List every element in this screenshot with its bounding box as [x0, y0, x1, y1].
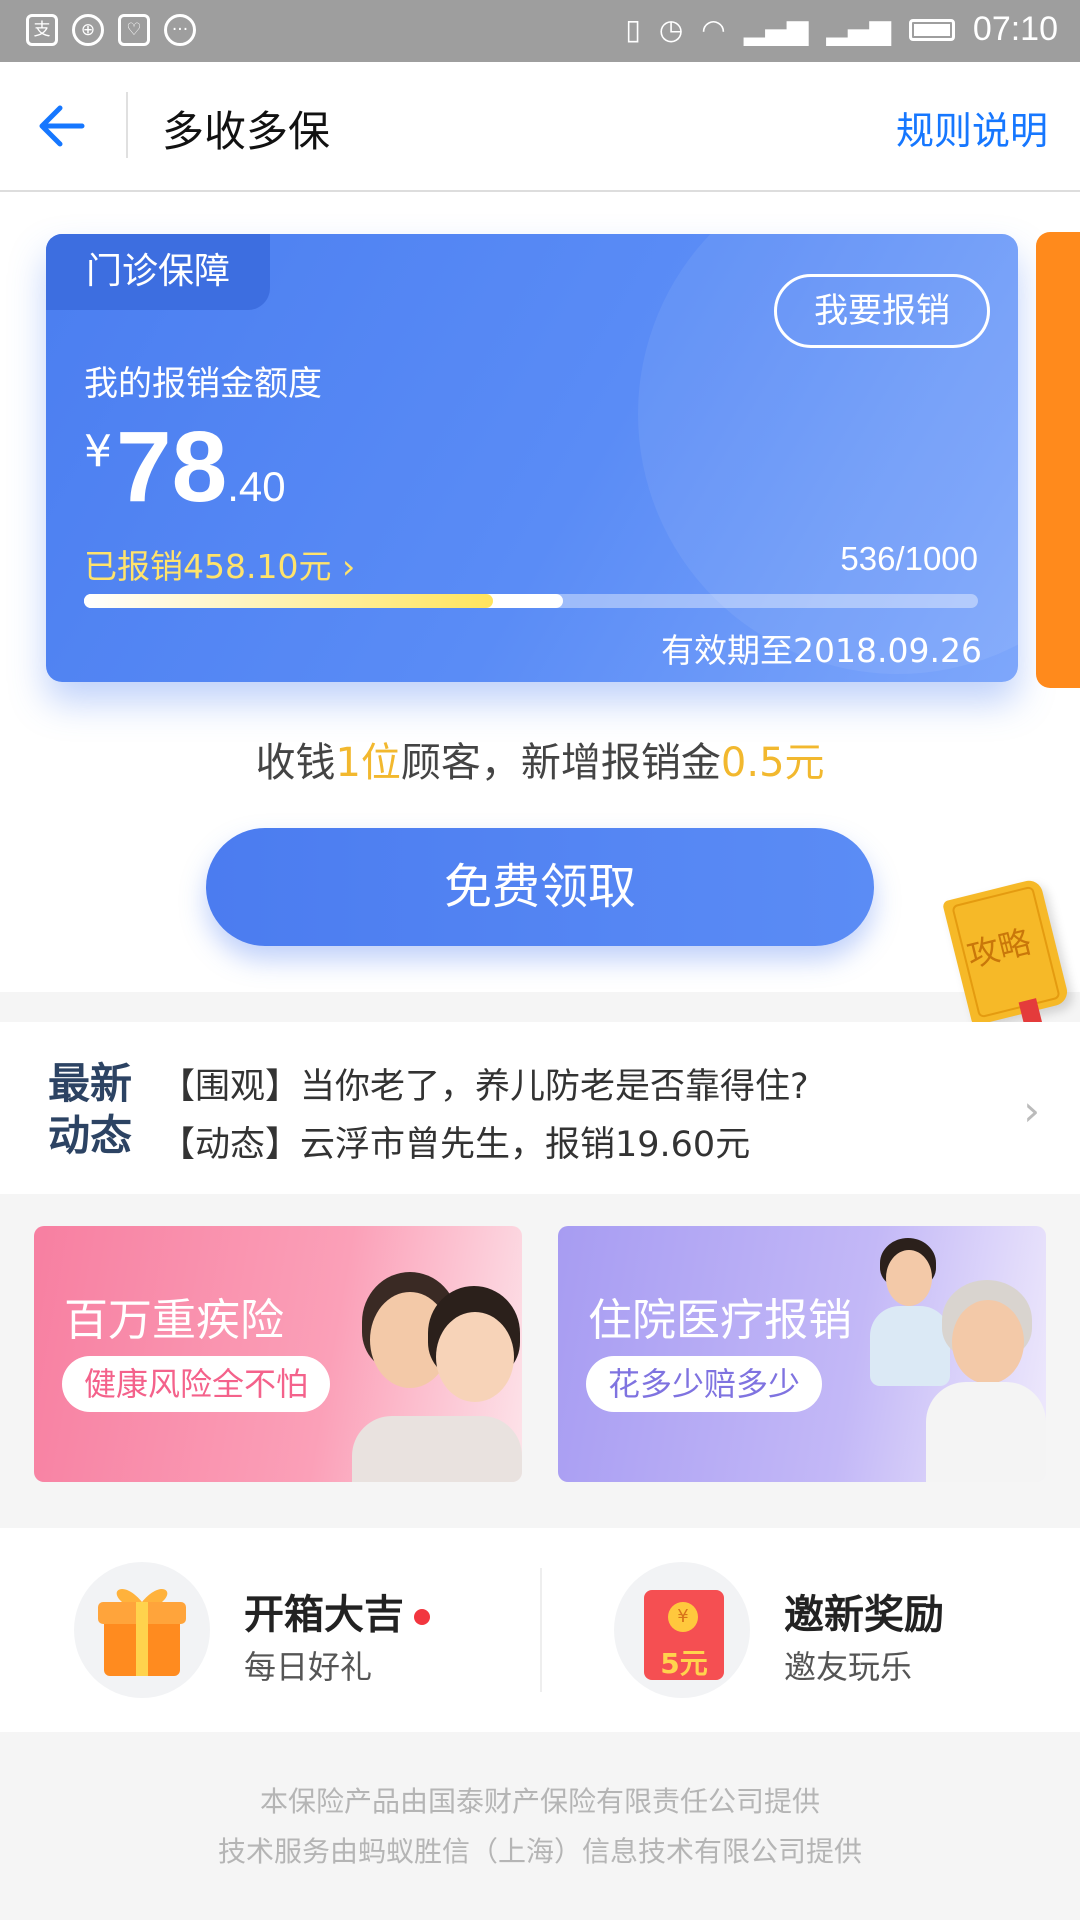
- gift-box-icon: [74, 1562, 210, 1698]
- feature-title-text: 开箱大吉: [244, 1592, 404, 1638]
- news-item[interactable]: 【动态】云浮市曾先生，报销19.60元: [160, 1116, 750, 1167]
- signal-2-icon: ▂▄▆: [826, 13, 891, 46]
- red-envelope-icon: ¥ 5元: [614, 1562, 750, 1698]
- feature-subtitle: 邀友玩乐: [784, 1648, 913, 1686]
- alipay-notification-icon: 支: [26, 14, 58, 46]
- amount-integer: 78: [116, 411, 228, 523]
- bonus-middle: 顾客，新增报销金: [400, 740, 721, 786]
- page-title: 多收多保: [162, 107, 331, 156]
- battery-icon: [908, 18, 955, 41]
- notification-dot: [414, 1609, 430, 1625]
- more-notifications-icon: ···: [164, 14, 196, 46]
- footer-line: 技术服务由蚂蚁胜信（上海）信息技术有限公司提供: [217, 1835, 862, 1868]
- status-time: 07:10: [972, 10, 1058, 48]
- promo-banners: 百万重疾险 健康风险全不怕 住院医疗报销 花多少赔多少: [0, 1196, 1080, 1526]
- news-item[interactable]: 【围观】当你老了，养儿防老是否靠得住?: [160, 1058, 809, 1109]
- envelope-amount: 5元: [660, 1647, 708, 1680]
- free-claim-button[interactable]: 免费领取: [206, 828, 874, 946]
- bonus-amount: 0.5元: [720, 740, 825, 786]
- feature-subtitle: 每日好礼: [244, 1648, 373, 1686]
- validity-date: 有效期至2018.09.26: [661, 631, 982, 670]
- bonus-prefix: 收钱: [255, 740, 336, 786]
- app-notification-icon: ⊕: [72, 14, 104, 46]
- feature-grid: 开箱大吉 每日好礼 ¥ 5元 邀新奖励 邀友玩乐: [0, 1528, 1080, 1732]
- status-bar: 支 ⊕ ♡ ··· ▯ ◷ ◠ ▂▄▆ ▂▄▆ 07:10: [0, 0, 1080, 62]
- news-label: 最新 动态: [48, 1058, 148, 1162]
- bonus-customers: 1位: [335, 740, 401, 786]
- reimburse-button[interactable]: 我要报销: [774, 274, 990, 348]
- back-arrow-icon[interactable]: [34, 98, 90, 154]
- banner-subtitle: 花多少赔多少: [586, 1356, 823, 1412]
- nurse-patient-photo-image: [856, 1226, 1046, 1482]
- reimbursed-text: 已报销458.10元: [84, 547, 332, 586]
- coin-icon: ¥: [668, 1602, 698, 1632]
- guide-label: 攻略: [963, 922, 1035, 975]
- vibrate-icon: ▯: [625, 13, 641, 46]
- signal-icon: ▂▄▆: [743, 13, 809, 46]
- amount-decimal: .40: [227, 463, 286, 510]
- news-label-line2: 动态: [48, 1111, 133, 1160]
- wifi-icon: ◠: [701, 13, 726, 46]
- critical-illness-banner[interactable]: 百万重疾险 健康风险全不怕: [34, 1226, 522, 1482]
- feature-divider: [540, 1568, 542, 1692]
- shield-icon: ♡: [118, 14, 150, 46]
- amount-label: 我的报销金额度: [84, 364, 322, 404]
- feature-title: 邀新奖励: [784, 1592, 944, 1638]
- feature-title: 开箱大吉: [244, 1582, 430, 1640]
- footer-line: 本保险产品由国泰财产保险有限责任公司提供: [259, 1785, 820, 1818]
- reimbursed-progress-fill: [84, 594, 494, 608]
- quota-progress-bar: [84, 594, 978, 608]
- status-right-icons: ▯ ◷ ◠ ▂▄▆ ▂▄▆ 07:10: [625, 10, 1058, 49]
- bonus-text: 收钱1位顾客，新增报销金0.5元: [0, 730, 1080, 788]
- chevron-right-icon[interactable]: ›: [1023, 1086, 1040, 1135]
- news-section[interactable]: 最新 动态 【围观】当你老了，养儿防老是否靠得住? 【动态】云浮市曾先生，报销1…: [0, 1022, 1080, 1194]
- banner-title: 住院医疗报销: [588, 1295, 852, 1346]
- chevron-right-icon: ›: [341, 547, 356, 586]
- alarm-icon: ◷: [658, 13, 684, 46]
- banner-subtitle: 健康风险全不怕: [62, 1356, 331, 1412]
- news-label-line1: 最新: [48, 1059, 133, 1108]
- hospital-reimburse-banner[interactable]: 住院医疗报销 花多少赔多少: [558, 1226, 1046, 1482]
- coverage-card[interactable]: 门诊保障 我要报销 我的报销金额度 ¥ 78 .40 已报销458.10元 › …: [46, 234, 1018, 682]
- next-card-peek[interactable]: [1036, 232, 1080, 688]
- banner-title: 百万重疾险: [64, 1295, 284, 1346]
- header-divider: [126, 92, 128, 158]
- status-left-icons: 支 ⊕ ♡ ···: [26, 14, 196, 46]
- amount-display: ¥ 78 .40: [84, 412, 286, 522]
- reimbursed-link[interactable]: 已报销458.10元 ›: [84, 540, 355, 588]
- quota-counter: 536/1000: [840, 540, 978, 577]
- app-header: 多收多保 规则说明: [0, 62, 1080, 192]
- rules-link[interactable]: 规则说明: [896, 100, 1048, 155]
- currency-symbol: ¥: [84, 426, 112, 477]
- footer: 本保险产品由国泰财产保险有限责任公司提供 技术服务由蚂蚁胜信（上海）信息技术有限…: [0, 1734, 1080, 1920]
- coverage-tag: 门诊保障: [46, 234, 270, 310]
- family-photo-image: [332, 1226, 522, 1482]
